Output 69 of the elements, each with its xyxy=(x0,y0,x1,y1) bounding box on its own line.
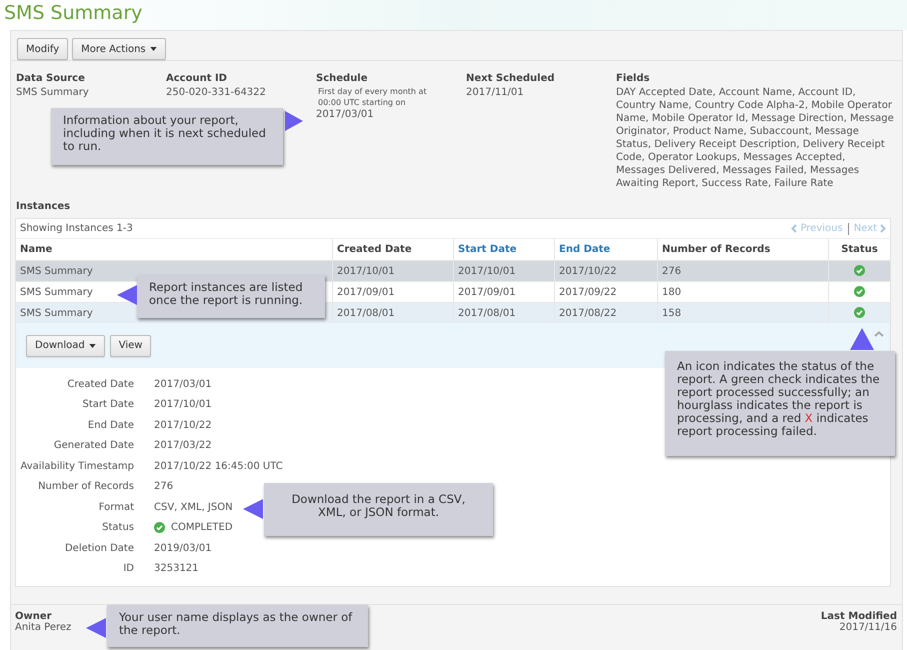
detail-label: Status xyxy=(101,522,134,534)
column-header: Status xyxy=(828,239,890,260)
detail-value: 3253121 xyxy=(154,563,199,574)
table-cell: 158 xyxy=(658,302,828,323)
field-value: 250-020-331-64322 xyxy=(166,86,267,99)
owner-name: Anita Perez xyxy=(15,622,72,633)
check-circle-icon xyxy=(154,522,165,534)
field-value: DAY Accepted Date, Account Name, Account ID, Country Name, Country Code Alpha-2, Mobile Operator Name, Mobile Operator Id, Message Direction, Message Originator, Product Name, Subaccount, Message Status, Delivery Receipt Description, Delivery Receipt Code, Operator Lookups, Messages Accepted, Messages Delivered, Messages Failed, Messages Awaiting Report, Success Rate, Failure Rate xyxy=(616,86,894,190)
check-circle-icon xyxy=(854,286,865,298)
detail-value: 2017/10/01 xyxy=(154,399,212,410)
toolbar-button[interactable]: More Actions xyxy=(72,38,166,60)
field-label: Account ID xyxy=(166,72,228,86)
action-button[interactable]: Download xyxy=(26,334,105,356)
callout: Download the report in a CSV, XML, or JSON format. xyxy=(264,483,493,536)
detail-label: ID xyxy=(122,563,134,574)
detail-label: Deletion Date xyxy=(64,542,134,554)
detail-value: 2017/03/22 xyxy=(154,440,212,452)
table-cell: 2017/08/01 xyxy=(332,302,454,323)
detail-value: COMPLETED xyxy=(171,522,233,534)
detail-label: Format xyxy=(98,502,134,513)
detail-value: 2017/10/22 xyxy=(154,420,212,431)
pointer-arrow-icon xyxy=(117,285,137,305)
action-button[interactable]: View xyxy=(110,334,152,356)
detail-label: Generated Date xyxy=(52,440,134,452)
table-cell: 2017/10/01 xyxy=(332,260,454,282)
field-label: Fields xyxy=(616,72,651,86)
detail-value: CSV, XML, JSON xyxy=(154,502,233,513)
table-cell: 2017/10/22 xyxy=(554,260,658,282)
pointer-arrow-icon xyxy=(285,111,303,131)
field-value: SMS Summary xyxy=(16,86,90,99)
field-label: Schedule xyxy=(316,72,369,86)
owner-label: Owner xyxy=(15,611,53,622)
callout: An icon indicates the status of the report. A green check indicates the report processed successfully; an hourglass indicates the report is processing, and a red X indicates report processing failed. xyxy=(665,351,895,456)
detail-value: 2017/03/01 xyxy=(154,378,212,390)
field-label: Data Source xyxy=(16,72,86,86)
pointer-arrow-icon xyxy=(86,618,106,638)
detail-value: 2017/10/22 16:45:00 UTC xyxy=(154,460,283,472)
collapse-icon[interactable] xyxy=(874,331,884,337)
page-title: SMS Summary xyxy=(3,1,142,24)
instance-row[interactable]: SMS Summary 2017/10/01 2017/10/01 2017/10/22 276 xyxy=(16,260,890,282)
section-heading: Instances xyxy=(15,200,72,214)
chevron-right-icon xyxy=(880,224,886,233)
field-label: Next Scheduled xyxy=(466,72,556,86)
toolbar-button[interactable]: Modify xyxy=(17,38,68,60)
modified-date: 2017/11/16 xyxy=(838,622,897,633)
detail-label: Availability Timestamp xyxy=(19,460,134,472)
table-cell: 2017/10/01 xyxy=(454,260,554,282)
check-circle-icon xyxy=(854,307,865,318)
detail-value: 276 xyxy=(154,481,174,492)
field-value: 2017/03/01 xyxy=(316,108,375,121)
pointer-arrow-icon xyxy=(243,499,263,519)
chevron-left-icon xyxy=(791,224,798,233)
callout: Report instances are listed once the report is running. xyxy=(137,275,325,318)
field-value: 2017/11/01 xyxy=(466,86,525,99)
detail-label: End Date xyxy=(86,420,134,431)
detail-label: Created Date xyxy=(66,378,134,390)
table-cell: 2017/08/22 xyxy=(554,302,658,323)
callout: Your user name displays as the owner of the report. xyxy=(107,605,368,647)
table-cell: 2017/08/01 xyxy=(454,302,554,323)
callout: Information about your report, including when it is next scheduled to run. xyxy=(51,108,283,165)
modified-label: Last Modified xyxy=(820,611,897,622)
table-cell: 276 xyxy=(658,260,828,282)
check-circle-icon xyxy=(854,265,865,276)
detail-label: Start Date xyxy=(81,399,134,410)
pointer-arrow-icon xyxy=(850,328,874,350)
field-value: First day of every month at 00:00 UTC starting on xyxy=(318,86,428,108)
showing-count: Showing Instances 1-3 xyxy=(20,223,133,234)
detail-value: 2019/03/01 xyxy=(154,542,212,554)
detail-label: Number of Records xyxy=(37,481,134,492)
